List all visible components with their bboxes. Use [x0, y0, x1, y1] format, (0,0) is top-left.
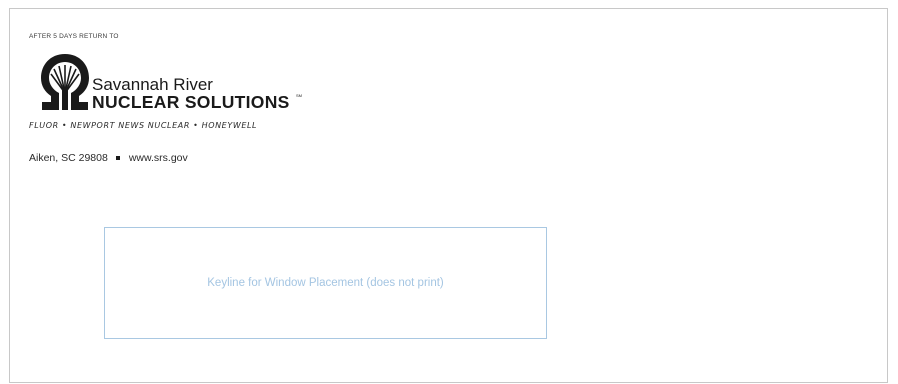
srns-logo-icon — [41, 54, 89, 110]
window-keyline: Keyline for Window Placement (does not p… — [104, 227, 547, 339]
service-mark: SM — [296, 93, 302, 98]
keyline-label: Keyline for Window Placement (does not p… — [207, 277, 444, 289]
bullet-separator — [115, 156, 120, 160]
return-address-label: AFTER 5 DAYS RETURN TO — [29, 33, 119, 40]
brand-name-line2: NUCLEAR SOLUTIONS — [92, 92, 290, 112]
partner-companies: FLUOR • NEWPORT NEWS NUCLEAR • HONEYWELL — [29, 121, 258, 130]
city-state-zip: Aiken, SC 29808 — [29, 152, 108, 164]
address-line: Aiken, SC 29808 www.srs.gov — [29, 152, 188, 164]
website-link[interactable]: www.srs.gov — [129, 152, 188, 164]
